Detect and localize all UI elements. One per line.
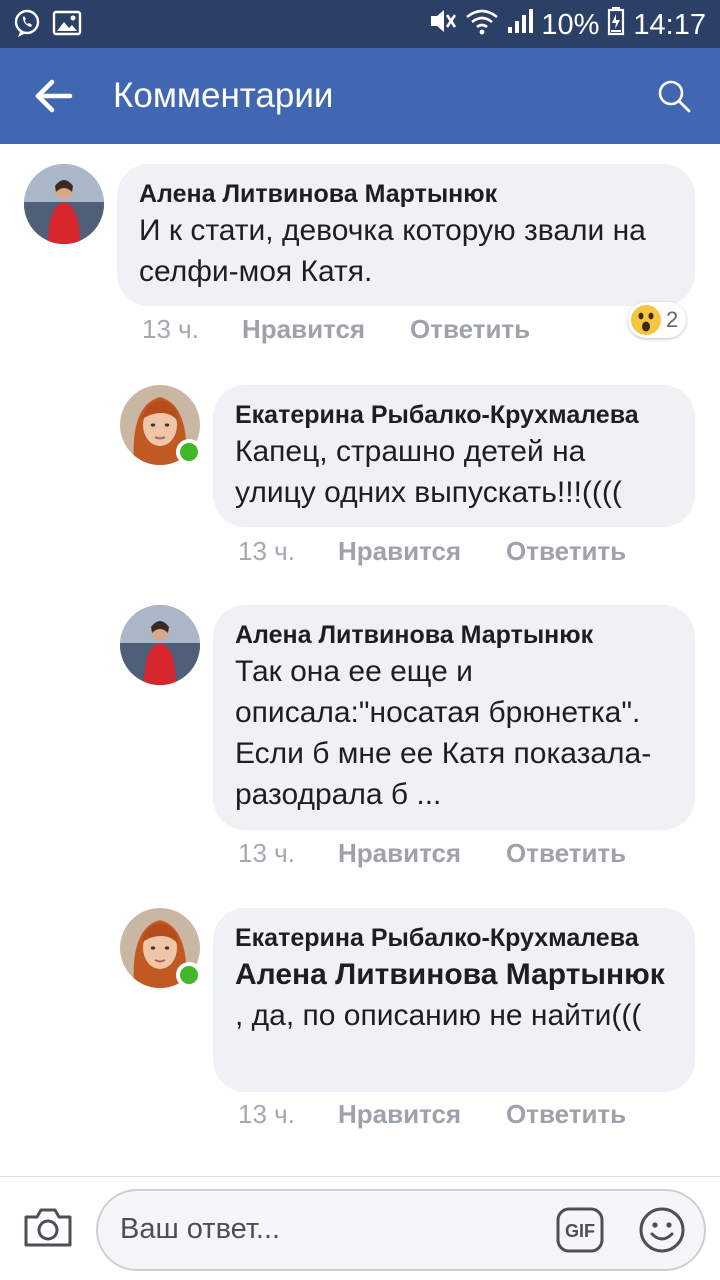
comment-text: Алена Литвинова Мартынюк , да, по описан… — [235, 954, 673, 1036]
comment: Алена Литвинова Мартынюк И к стати, дево… — [0, 144, 720, 354]
comment-text: И к стати, девочка которую звали на селф… — [139, 214, 646, 288]
comment-time[interactable]: 13 ч. — [238, 536, 338, 567]
gallery-icon — [52, 8, 82, 38]
comment-bubble[interactable]: Екатерина Рыбалко-Крухмалева Алена Литви… — [213, 908, 695, 1092]
comment-bubble[interactable]: Алена Литвинова Мартынюк И к стати, дево… — [117, 164, 695, 306]
gif-label: GIF — [565, 1221, 595, 1241]
reply-placeholder: Ваш ответ... — [120, 1213, 281, 1245]
smiley-icon — [639, 1207, 685, 1253]
comment-actions: 13 ч. Нравится Ответить — [142, 314, 530, 345]
wifi-icon — [465, 7, 499, 43]
online-indicator — [176, 962, 202, 988]
mention-link[interactable]: Алена Литвинова Мартынюк — [235, 958, 665, 991]
signal-icon — [507, 7, 534, 43]
online-indicator — [176, 439, 202, 465]
search-icon — [658, 80, 691, 113]
status-bar-notifications — [12, 8, 82, 38]
comment-actions: 13 ч. Нравится Ответить — [238, 838, 626, 869]
comment-author[interactable]: Алена Литвинова Мартынюк — [139, 178, 673, 210]
avatar[interactable] — [24, 164, 104, 244]
reply-input[interactable]: Ваш ответ... GIF — [96, 1189, 706, 1271]
comment: Алена Литвинова Мартынюк Так она ее еще … — [0, 587, 720, 877]
comment-text: Так она ее еще и описала:"носатая брюнет… — [235, 655, 652, 811]
camera-icon — [24, 1208, 72, 1247]
battery-icon — [607, 6, 625, 44]
comment-text-rest: , да, по описанию не найти((( — [235, 999, 642, 1032]
viber-icon — [12, 8, 42, 38]
avatar[interactable] — [120, 605, 200, 685]
reaction-count: 2 — [666, 307, 679, 332]
reply-button[interactable]: Ответить — [410, 314, 530, 345]
page-title: Комментарии — [113, 76, 334, 115]
like-button[interactable]: Нравится — [242, 314, 410, 345]
reply-button[interactable]: Ответить — [506, 838, 626, 869]
comment-actions: 13 ч. Нравится Ответить — [238, 536, 626, 567]
back-button[interactable] — [26, 72, 82, 120]
like-button[interactable]: Нравится — [338, 536, 506, 567]
mute-icon — [427, 7, 457, 43]
comment-time[interactable]: 13 ч. — [142, 314, 242, 345]
wow-emoji-icon — [631, 305, 661, 335]
reply-button[interactable]: Ответить — [506, 1099, 626, 1130]
comment-bubble[interactable]: Екатерина Рыбалко-Крухмалева Капец, стра… — [213, 385, 695, 527]
comment-time[interactable]: 13 ч. — [238, 1099, 338, 1130]
reply-button[interactable]: Ответить — [506, 536, 626, 567]
comment-time[interactable]: 13 ч. — [238, 838, 338, 869]
status-bar: 10% 14:17 — [0, 0, 720, 48]
status-bar-system: 10% 14:17 — [427, 6, 706, 44]
like-button[interactable]: Нравится — [338, 1099, 506, 1130]
reaction-summary[interactable]: 2 — [628, 302, 687, 338]
gif-button[interactable]: GIF — [556, 1207, 604, 1253]
comment-text: Капец, страшно детей на улицу одних выпу… — [235, 435, 622, 509]
battery-percent: 10% — [541, 8, 600, 41]
like-button[interactable]: Нравится — [338, 838, 506, 869]
comment: Екатерина Рыбалко-Крухмалева Алена Литви… — [0, 890, 720, 1160]
app-bar: Комментарии — [0, 48, 720, 144]
comment-bubble[interactable]: Алена Литвинова Мартынюк Так она ее еще … — [213, 605, 695, 830]
comment-author[interactable]: Екатерина Рыбалко-Крухмалева — [235, 399, 673, 431]
search-button[interactable] — [652, 74, 696, 118]
emoji-button[interactable] — [638, 1206, 686, 1254]
camera-button[interactable] — [22, 1205, 74, 1253]
arrow-left-icon — [35, 79, 73, 113]
clock: 14:17 — [633, 8, 706, 41]
reply-bar: Ваш ответ... GIF — [0, 1176, 720, 1280]
comment-actions: 13 ч. Нравится Ответить — [238, 1099, 626, 1130]
comment-author[interactable]: Алена Литвинова Мартынюк — [235, 619, 673, 651]
comment-author[interactable]: Екатерина Рыбалко-Крухмалева — [235, 922, 673, 954]
comment: Екатерина Рыбалко-Крухмалева Капец, стра… — [0, 366, 720, 576]
